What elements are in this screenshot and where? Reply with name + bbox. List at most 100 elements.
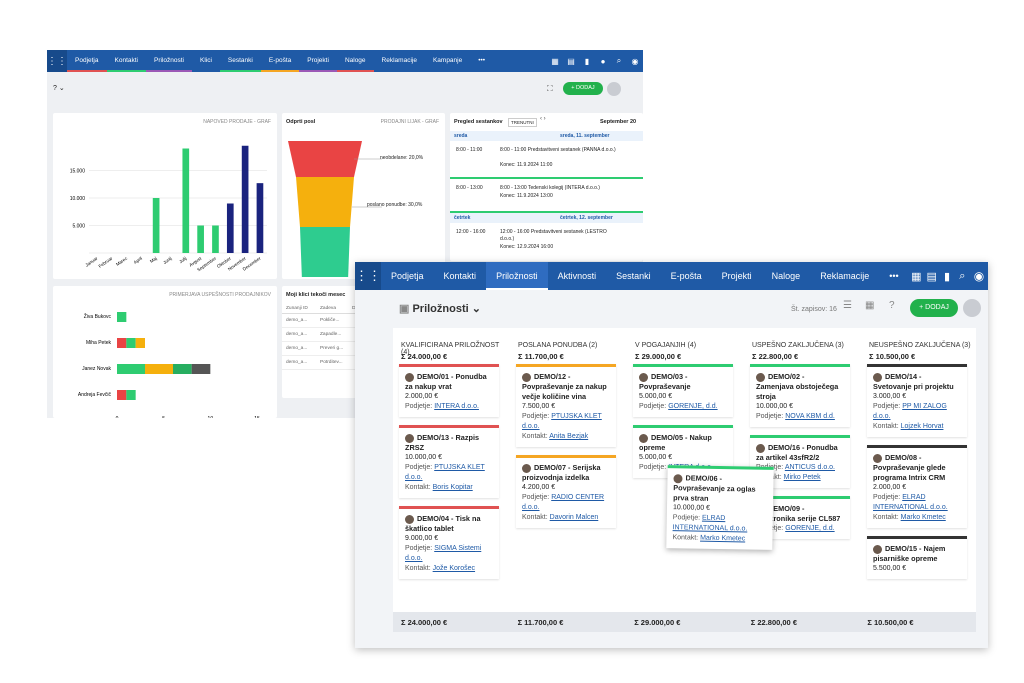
nav-item[interactable]: Kontakti <box>434 262 487 290</box>
deal-card[interactable]: DEMO/03 - Povpraševanje 5.000,00 € Podjetj… <box>633 364 733 417</box>
list-view-icon[interactable]: ☰ <box>843 300 852 311</box>
help-icon[interactable]: ? <box>889 300 895 311</box>
column-sum: Σ 11.700,00 € <box>518 352 564 361</box>
deal-title: DEMO/13 - Razpis ZRSZ <box>405 433 480 452</box>
deal-card[interactable]: DEMO/02 - Zamenjava obstoječega stroja 10… <box>750 364 850 427</box>
apps-grid-icon[interactable]: ⋮⋮ <box>355 262 381 290</box>
document-icon[interactable]: ▤ <box>924 270 939 283</box>
x-tick-label: 15 <box>254 416 260 418</box>
calendar-icon[interactable]: ▦ <box>909 270 924 283</box>
nav-item[interactable]: Podjetja <box>67 50 107 72</box>
meeting-item[interactable]: 8:00 - 13:00 8:00 - 13:00 Tedenski koleg… <box>450 181 643 213</box>
funnel-tab[interactable]: Odprti posl <box>286 119 315 125</box>
deal-card[interactable]: DEMO/04 - Tisk na škatlico tablet 9.000,0… <box>399 506 499 579</box>
nav-item[interactable]: Priložnosti <box>146 50 192 72</box>
contact-link[interactable]: Mirko Petek <box>784 474 821 481</box>
deal-title: DEMO/07 - Serijska proizvodnja izdelka <box>522 463 601 482</box>
nav-item[interactable]: Projekti <box>712 262 762 290</box>
page-title[interactable]: ▣ Priložnosti ⌄ <box>399 302 481 315</box>
deal-card[interactable]: DEMO/07 - Serijska proizvodnja izdelka 4.… <box>516 455 616 528</box>
bar-segment <box>117 312 127 322</box>
apps-grid-icon[interactable]: ⋮⋮ <box>47 50 67 72</box>
chart-icon[interactable]: ▮ <box>939 270 954 283</box>
contact-link[interactable]: Boris Kopitar <box>433 484 473 491</box>
kanban-view-icon[interactable]: ▦ <box>865 300 874 311</box>
contact-link[interactable]: Marko Kmetec <box>901 514 946 521</box>
expand-icon[interactable]: ⛶ <box>547 84 553 94</box>
deal-value: 2.000,00 € <box>873 484 907 491</box>
nav-item[interactable]: Naloge <box>762 262 811 290</box>
nav-item[interactable]: Sestanki <box>219 50 261 72</box>
card-title: NAPOVED PRODAJE - GRAF <box>203 119 271 125</box>
clock-icon[interactable]: ● <box>595 57 611 66</box>
search-icon[interactable]: ⌕ <box>611 56 627 66</box>
deal-title: DEMO/02 - Zamenjava obstoječega stroja <box>756 372 839 401</box>
dragged-deal-card[interactable]: DEMO/06 - Povpraševanje za oglas prva st… <box>666 465 774 550</box>
meeting-item[interactable]: 12:00 - 16:00 12:00 - 16:00 Predstavitve… <box>450 225 643 257</box>
column-sum: Σ 29.000,00 € <box>635 352 682 361</box>
contact-link[interactable]: Anita Bezjak <box>549 433 588 440</box>
bar-segment <box>126 390 136 400</box>
deal-value: 3.000,00 € <box>873 393 907 400</box>
nav-item[interactable]: Klici <box>192 50 220 72</box>
company-link[interactable]: NOVA KBM d.d. <box>785 413 835 420</box>
today-button[interactable]: TRENUTNI <box>508 118 537 127</box>
nav-item[interactable]: Podjetja <box>381 262 434 290</box>
nav-item[interactable]: Kontakti <box>106 50 146 72</box>
deal-card[interactable]: DEMO/14 - Svetovanje pri projektu 3.000,0… <box>867 364 967 437</box>
bar-segment <box>117 364 145 374</box>
deal-value: 5.000,00 € <box>639 454 673 461</box>
calendar-icon[interactable]: ▦ <box>547 57 563 66</box>
more-menu[interactable]: ••• <box>470 50 493 72</box>
add-button[interactable]: + DODAJ <box>563 82 603 95</box>
more-options-button[interactable] <box>963 299 981 317</box>
company-link[interactable]: INTERA d.o.o. <box>434 403 479 410</box>
nav-item-active[interactable]: Priložnosti <box>486 262 548 290</box>
document-icon[interactable]: ▤ <box>563 57 579 66</box>
nav-item[interactable]: E-pošta <box>260 50 300 72</box>
nav-item[interactable]: Aktivnosti <box>548 262 607 290</box>
x-tick-label: 10 <box>208 416 214 418</box>
avatar <box>873 544 882 554</box>
avatar <box>405 372 414 382</box>
add-button[interactable]: + DODAJ <box>910 299 958 317</box>
deal-card[interactable]: DEMO/08 - Povpraševanje glede programa I… <box>867 445 967 528</box>
nav-item[interactable]: Reklamacije <box>810 262 879 290</box>
nav-item[interactable]: E-pošta <box>661 262 712 290</box>
nav-item[interactable]: Projekti <box>299 50 337 72</box>
bar <box>226 203 234 253</box>
contact-link[interactable]: Davorin Malcen <box>550 514 599 521</box>
contact-link[interactable]: Jože Korošec <box>433 565 475 572</box>
help-menu[interactable]: ? ⌄ <box>53 84 65 92</box>
deal-title: DEMO/05 - Nakup opreme <box>639 433 712 452</box>
column-totals: Σ 24.000,00 € Σ 11.700,00 € Σ 29.000,00 € Σ… <box>393 612 976 632</box>
company-link[interactable]: ANTICUS d.o.o. <box>785 464 835 471</box>
more-menu[interactable]: ••• <box>879 262 908 290</box>
kanban-column: NEUSPEŠNO ZAKLJUČENA (3) Σ 10.500,00 € DE… <box>861 334 973 648</box>
search-icon[interactable]: ⌕ <box>955 270 970 283</box>
deal-card[interactable]: DEMO/12 - Povpraševanje za nakup večje k… <box>516 364 616 447</box>
chart-icon[interactable]: ▮ <box>579 57 595 66</box>
bar-segment <box>135 338 145 348</box>
avatar[interactable]: ◉ <box>627 57 643 66</box>
deal-card[interactable]: DEMO/01 - Ponudba za nakup vrat 2.000,00 … <box>399 364 499 417</box>
company-link[interactable]: GORENJE, d.d. <box>785 525 834 532</box>
more-options-button[interactable] <box>607 82 621 96</box>
deal-card[interactable]: DEMO/15 - Najem pisarniške opreme 5.500,0… <box>867 536 967 579</box>
card-title: PRIMERJAVA USPEŠNOSTI PRODAJNIKOV <box>169 292 271 298</box>
nav-item[interactable]: Naloge <box>336 50 374 72</box>
nav-item[interactable]: Kampanje <box>425 50 470 72</box>
prev-next-icons[interactable]: ‹ › <box>540 116 546 122</box>
deal-card[interactable]: DEMO/13 - Razpis ZRSZ 10.000,00 € Podjetje… <box>399 425 499 498</box>
avatar <box>673 473 683 483</box>
nav-item[interactable]: Sestanki <box>606 262 661 290</box>
company-link[interactable]: GORENJE, d.d. <box>668 403 717 410</box>
bar <box>182 148 190 253</box>
meeting-item[interactable]: 8:00 - 11:00 8:00 - 11:00 Predstavitveni… <box>450 143 643 179</box>
contact-link[interactable]: Lojzek Horvat <box>901 423 944 430</box>
nav-item[interactable]: Reklamacije <box>374 50 425 72</box>
deal-title: DEMO/01 - Ponudba za nakup vrat <box>405 372 487 391</box>
avatar[interactable]: ◉ <box>970 269 988 283</box>
funnel-segment-new <box>288 141 362 177</box>
x-tick-label: Junij <box>162 256 172 265</box>
